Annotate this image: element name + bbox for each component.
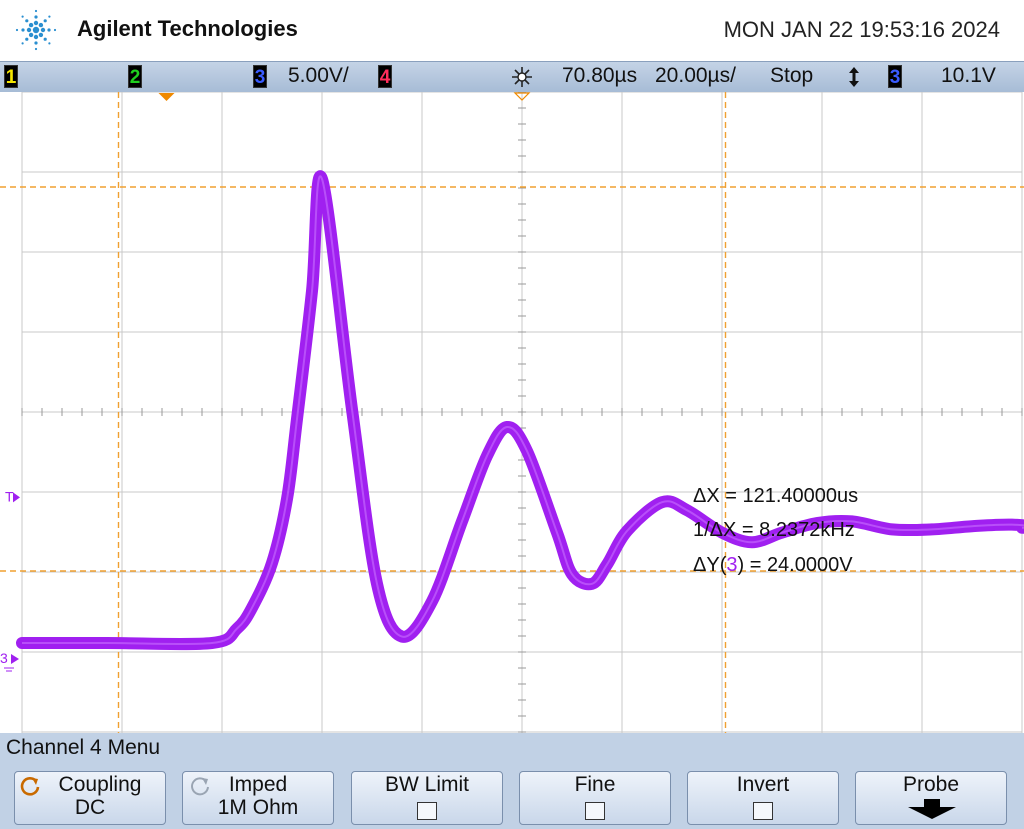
channel-menu: Channel 4 Menu Coupling DC Imped 1M Ohm … (0, 733, 1024, 829)
horizontal-delay: 70.80µs (562, 64, 638, 87)
rising-edge-icon (849, 67, 859, 87)
channel-3-indicator[interactable]: 3 (253, 65, 267, 88)
trigger-level: 10.1V (941, 64, 996, 87)
coupling-value: DC (74, 796, 106, 819)
submenu-arrow-icon (908, 799, 956, 819)
invert-softkey[interactable]: Invert (687, 771, 839, 825)
trigger-level-marker: T (5, 488, 14, 504)
header: Agilent Technologies MON JAN 22 19:53:16… (0, 0, 1024, 60)
impedance-label: Imped (228, 773, 288, 796)
timebase-scale: 20.00µs/ (655, 64, 736, 87)
channel-2-indicator[interactable]: 2 (128, 65, 142, 88)
inverse-delta-x-measurement: 1/ΔX = 8.2372kHz (693, 519, 855, 541)
channel-1-indicator[interactable]: 1 (4, 65, 18, 88)
invert-label: Invert (736, 773, 790, 796)
fine-checkbox[interactable] (585, 802, 605, 820)
status-bar: 1 2 3 5.00V/ 4 70.80µs 20.00µs/ Stop 3 1… (0, 61, 1024, 93)
delta-y-prefix: ΔY( (693, 554, 727, 576)
probe-label: Probe (902, 773, 960, 796)
delta-y-measurement: ΔY(3) = 24.0000V (693, 554, 853, 577)
delta-y-channel: 3 (726, 554, 738, 576)
fine-softkey[interactable]: Fine (519, 771, 671, 825)
bw-limit-checkbox[interactable] (417, 802, 437, 820)
waveform-display: T3 ΔX = 121.40000us 1/ΔX = 8.2372kHz ΔY(… (0, 92, 1024, 733)
channel-3-ground-marker: 3 (0, 650, 8, 666)
channel-3-trace-highlight (22, 175, 1024, 646)
trigger-source-indicator[interactable]: 3 (888, 65, 902, 88)
brand-name: Agilent Technologies (77, 16, 298, 41)
date-time: MON JAN 22 19:53:16 2024 (723, 17, 1000, 42)
channel-4-indicator[interactable]: 4 (378, 65, 392, 88)
bw-limit-label: BW Limit (385, 773, 469, 796)
invert-checkbox[interactable] (753, 802, 773, 820)
impedance-value: 1M Ohm (217, 796, 299, 819)
fine-label: Fine (574, 773, 616, 796)
channel-3-trace (16, 170, 1024, 651)
channel-3-scale: 5.00V/ (288, 64, 349, 87)
run-state: Stop (770, 64, 814, 87)
delta-x-measurement: ΔX = 121.40000us (693, 485, 859, 507)
delta-y-suffix: ) = 24.0000V (737, 554, 853, 576)
probe-softkey[interactable]: Probe (855, 771, 1007, 825)
coupling-label: Coupling (58, 773, 142, 796)
impedance-softkey[interactable]: Imped 1M Ohm (182, 771, 334, 825)
coupling-softkey[interactable]: Coupling DC (14, 771, 166, 825)
waveform-plot: T3 (0, 92, 1024, 733)
left-margin (0, 92, 22, 733)
trigger-position-marker (158, 93, 175, 101)
menu-title: Channel 4 Menu (6, 736, 161, 759)
agilent-spark-logo (15, 9, 57, 51)
delay-icon (512, 67, 532, 87)
bw-limit-softkey[interactable]: BW Limit (351, 771, 503, 825)
